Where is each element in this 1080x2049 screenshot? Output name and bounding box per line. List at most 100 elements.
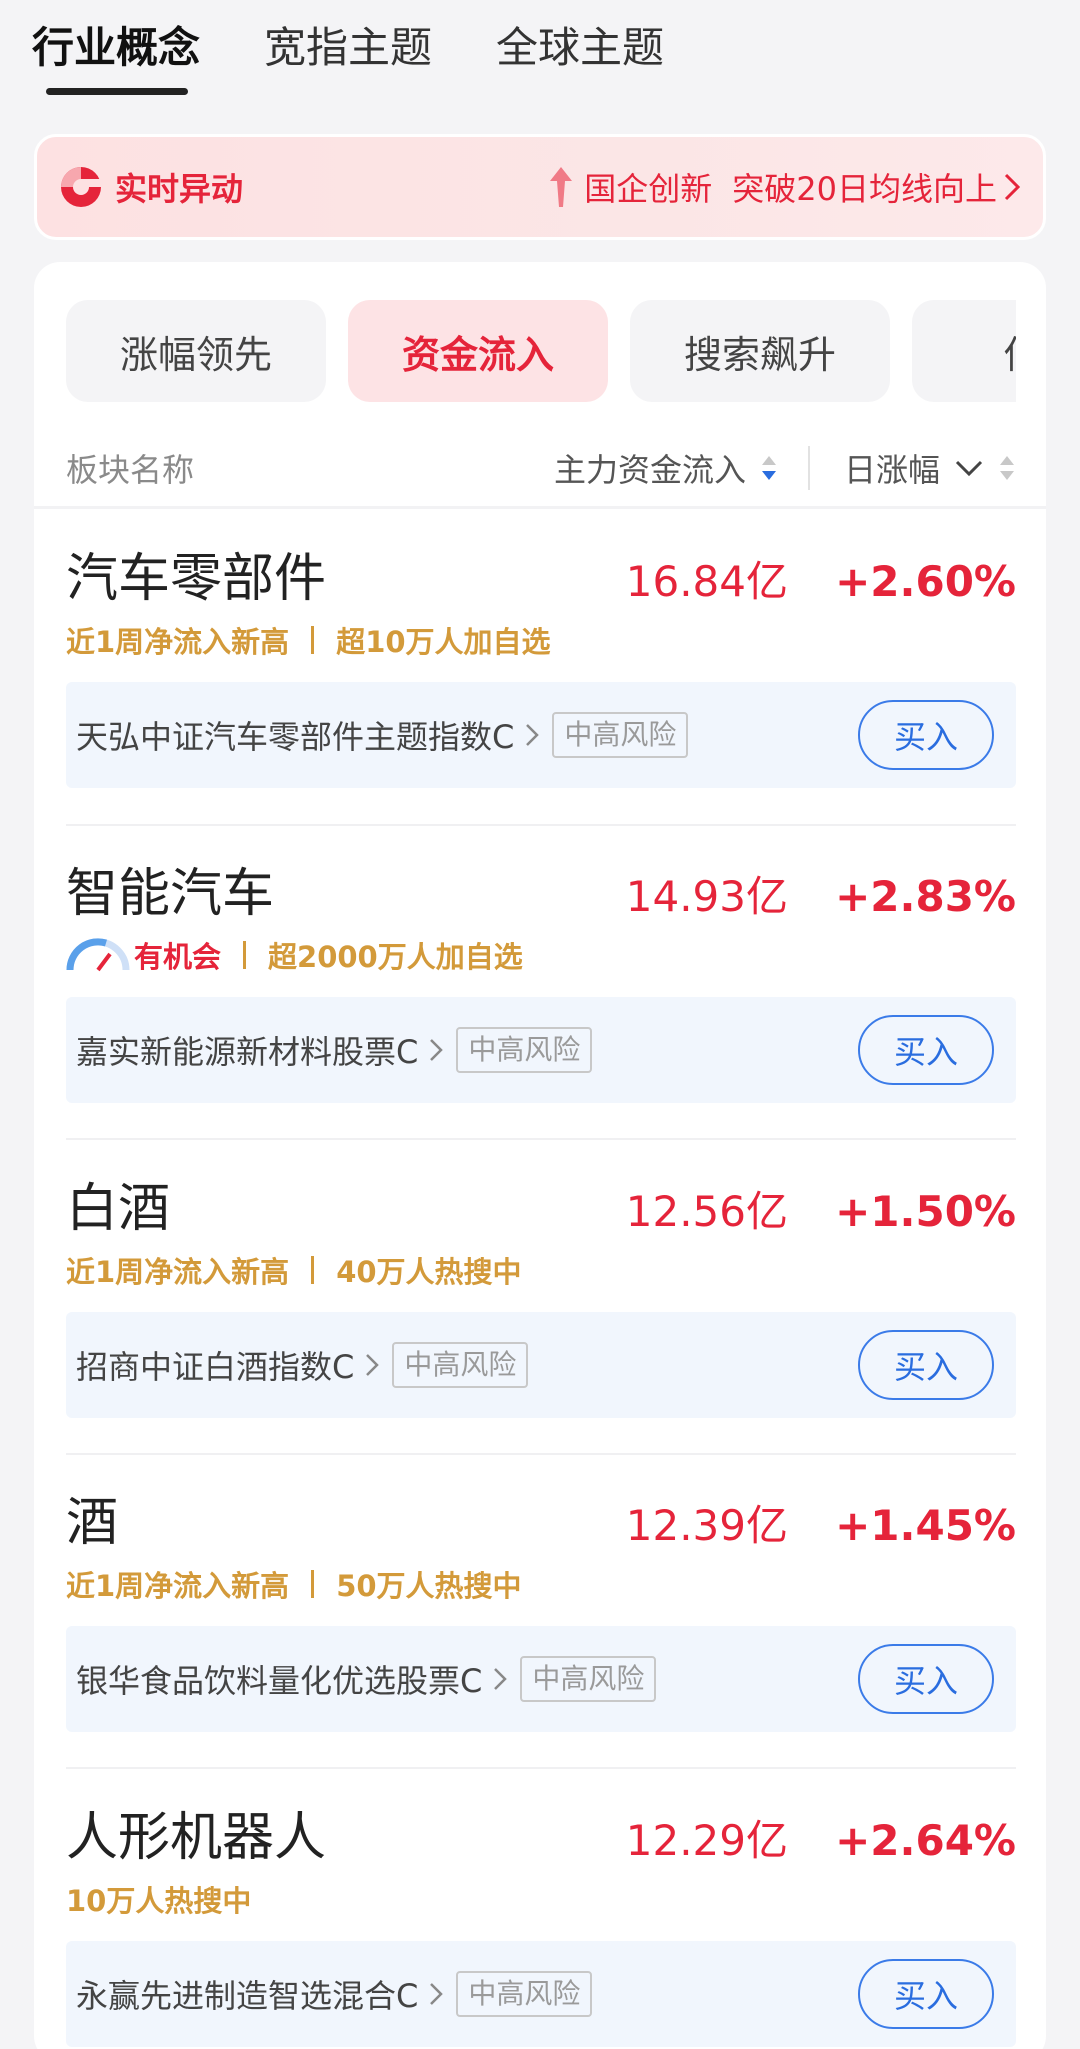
chevron-right-icon <box>526 724 540 746</box>
sector-name: 酒 <box>66 1493 119 1553</box>
tag: 近1周净流入新高 <box>66 1569 290 1603</box>
tab-label: 行业概念 <box>32 23 201 72</box>
fund-recommendation[interactable]: 永赢先进制造智选混合C 中高风险 买入 <box>66 1941 1016 2047</box>
tag-separator <box>311 1256 315 1284</box>
sector-row[interactable]: 白酒 12.56亿 +1.50% 近1周净流入新高 40万人热搜中 招商中证白酒… <box>66 1178 1016 1418</box>
sector-daily-change: +2.83% <box>835 872 1016 921</box>
realtime-sector: 国企创新 <box>584 170 713 208</box>
sector-daily-change: +2.60% <box>835 557 1016 606</box>
sort-by-flow[interactable]: 主力资金流入 <box>554 445 778 491</box>
chevron-right-icon <box>1004 173 1021 201</box>
risk-badge: 中高风险 <box>456 1971 593 2017</box>
sector-capital-flow: 12.29亿 <box>625 1816 788 1865</box>
buy-button[interactable]: 买入 <box>858 700 994 770</box>
fund-name: 永赢先进制造智选混合C <box>76 1977 419 2015</box>
chevron-down-icon <box>955 460 983 477</box>
buy-button[interactable]: 买入 <box>858 1015 994 1085</box>
filter-top-gainers[interactable]: 涨幅领先 <box>66 300 326 402</box>
risk-badge: 中高风险 <box>392 1342 529 1388</box>
realtime-pie-icon <box>61 167 103 207</box>
tag-separator <box>311 1570 315 1598</box>
sector-capital-flow: 12.39亿 <box>625 1501 788 1550</box>
sort-icon <box>761 456 776 480</box>
tag-separator <box>311 626 315 654</box>
column-name-header: 板块名称 <box>66 451 195 489</box>
tab-label: 全球主题 <box>496 23 665 72</box>
chevron-right-icon <box>366 1354 380 1376</box>
tag: 超2000万人加自选 <box>268 940 523 974</box>
filter-search-surge[interactable]: 搜索飙升 <box>630 300 890 402</box>
tag: 10万人热搜中 <box>66 1884 252 1918</box>
tag: 50万人热搜中 <box>336 1569 522 1603</box>
fund-name: 招商中证白酒指数C <box>76 1348 355 1386</box>
tag: 近1周净流入新高 <box>66 625 290 659</box>
fund-name: 嘉实新能源新材料股票C <box>76 1033 419 1071</box>
realtime-label: 实时异动 <box>115 170 244 208</box>
header-divider-line <box>34 506 1046 509</box>
tab-industry-concept[interactable]: 行业概念 <box>32 18 201 95</box>
sector-row[interactable]: 汽车零部件 16.84亿 +2.60% 近1周净流入新高 超10万人加自选 天弘… <box>66 548 1016 788</box>
row-divider <box>66 1138 1016 1140</box>
sector-tags: 近1周净流入新高 40万人热搜中 <box>66 1248 522 1292</box>
sector-tags: 近1周净流入新高 超10万人加自选 <box>66 618 551 662</box>
sector-row[interactable]: 酒 12.39亿 +1.45% 近1周净流入新高 50万人热搜中 银华食品饮料量… <box>66 1492 1016 1732</box>
fund-recommendation[interactable]: 银华食品饮料量化优选股票C 中高风险 买入 <box>66 1626 1016 1732</box>
chevron-right-icon <box>494 1668 508 1690</box>
tag-separator <box>243 941 247 969</box>
buy-button[interactable]: 买入 <box>858 1644 994 1714</box>
sort-icon <box>1000 456 1014 480</box>
risk-badge: 中高风险 <box>456 1027 593 1073</box>
fund-name: 银华食品饮料量化优选股票C <box>76 1662 483 1700</box>
opportunity-tag: 有机会 <box>134 940 222 974</box>
realtime-movement-banner[interactable]: 实时异动 国企创新 突破20日均线向上 <box>34 134 1046 240</box>
sector-daily-change: +2.64% <box>835 1816 1016 1865</box>
column-flow-header: 主力资金流入 <box>553 451 746 489</box>
row-divider <box>66 1767 1016 1769</box>
active-tab-indicator <box>46 88 189 95</box>
up-arrow-icon <box>550 167 573 207</box>
sector-name: 智能汽车 <box>66 864 275 924</box>
sector-daily-change: +1.50% <box>835 1187 1016 1236</box>
chip-label: 资金流入 <box>401 332 554 377</box>
row-divider <box>66 1453 1016 1455</box>
filter-chip-row[interactable]: 涨幅领先 资金流入 搜索飙升 估值 <box>66 300 1016 402</box>
tag: 近1周净流入新高 <box>66 1255 290 1289</box>
sector-name: 汽车零部件 <box>66 549 327 609</box>
realtime-event: 国企创新 突破20日均线向上 <box>548 164 1021 210</box>
fund-recommendation[interactable]: 招商中证白酒指数C 中高风险 买入 <box>66 1312 1016 1418</box>
column-header: 板块名称 主力资金流入 日涨幅 <box>66 440 1016 496</box>
tag: 40万人热搜中 <box>336 1255 522 1289</box>
header-divider <box>807 446 810 490</box>
fund-name: 天弘中证汽车零部件主题指数C <box>76 718 515 756</box>
sector-ranking-card: 涨幅领先 资金流入 搜索飙升 估值 板块名称 主力资金流入 日涨幅 汽车零部件 16.… <box>34 262 1046 2049</box>
tab-global-theme[interactable]: 全球主题 <box>496 18 664 78</box>
risk-badge: 中高风险 <box>552 712 689 758</box>
buy-button[interactable]: 买入 <box>858 1959 994 2029</box>
fund-recommendation[interactable]: 天弘中证汽车零部件主题指数C 中高风险 买入 <box>66 682 1016 788</box>
column-change-header: 日涨幅 <box>843 451 940 489</box>
tab-broad-index-theme[interactable]: 宽指主题 <box>264 18 432 78</box>
realtime-event-text: 突破20日均线向上 <box>732 170 997 208</box>
sector-capital-flow: 14.93亿 <box>625 872 788 921</box>
opportunity-gauge-icon <box>66 938 130 972</box>
risk-badge: 中高风险 <box>520 1656 657 1702</box>
filter-capital-inflow[interactable]: 资金流入 <box>348 300 608 402</box>
sort-by-change[interactable]: 日涨幅 <box>844 445 1016 491</box>
sector-tags: 有机会 超2000万人加自选 <box>66 933 523 977</box>
chip-label: 涨幅领先 <box>119 332 272 377</box>
sector-tags: 10万人热搜中 <box>66 1877 251 1921</box>
sector-row[interactable]: 智能汽车 14.93亿 +2.83% 有机会 超2000万人加自选 嘉实新能源新… <box>66 863 1016 1103</box>
row-divider <box>66 824 1016 826</box>
tab-label: 宽指主题 <box>264 23 433 72</box>
sector-name: 白酒 <box>66 1179 171 1239</box>
chevron-right-icon <box>430 1983 444 2005</box>
chip-label: 估值 <box>1004 324 1016 379</box>
buy-button[interactable]: 买入 <box>858 1330 994 1400</box>
sector-tags: 近1周净流入新高 50万人热搜中 <box>66 1562 522 1606</box>
sector-name: 人形机器人 <box>66 1808 327 1868</box>
filter-valuation[interactable]: 估值 <box>912 300 1016 402</box>
sector-row[interactable]: 人形机器人 12.29亿 +2.64% 10万人热搜中 永赢先进制造智选混合C … <box>66 1807 1016 2047</box>
fund-recommendation[interactable]: 嘉实新能源新材料股票C 中高风险 买入 <box>66 997 1016 1103</box>
sector-capital-flow: 16.84亿 <box>625 557 788 606</box>
tag: 超10万人加自选 <box>336 625 551 659</box>
